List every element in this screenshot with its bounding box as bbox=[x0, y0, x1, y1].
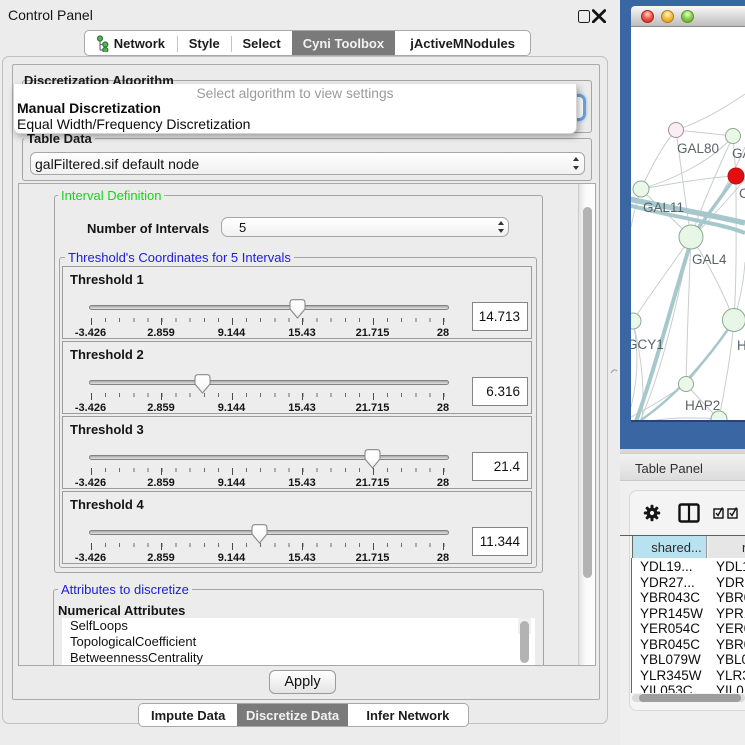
svg-text:GCY1: GCY1 bbox=[631, 337, 664, 352]
svg-text:GAL11: GAL11 bbox=[643, 200, 684, 215]
svg-text:H: H bbox=[737, 338, 745, 353]
svg-text:GAL4: GAL4 bbox=[692, 252, 727, 267]
svg-text:HAP2: HAP2 bbox=[685, 398, 720, 413]
svg-text:C: C bbox=[739, 186, 745, 201]
svg-text:GA: GA bbox=[732, 146, 745, 161]
svg-text:GAL80: GAL80 bbox=[677, 141, 719, 156]
